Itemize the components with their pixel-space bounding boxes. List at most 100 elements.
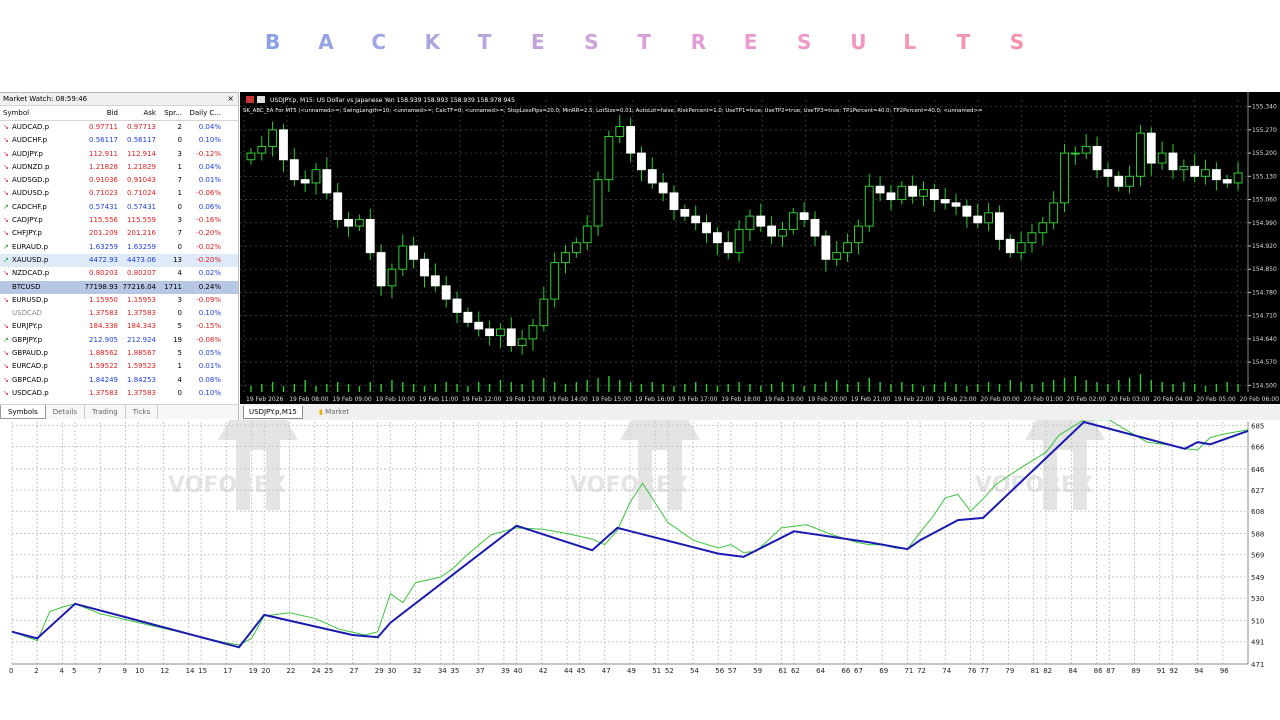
heading-letter: L (903, 30, 917, 54)
x-tick-label: 92 (1169, 667, 1178, 675)
heading-letter: A (318, 30, 334, 54)
list-item[interactable]: ↘ AUDUSD.p 0.71023 0.71024 1 -0.06% (0, 187, 238, 200)
ask-cell: 1.37583 (127, 309, 156, 318)
heading-letter: E (743, 30, 758, 54)
arrow-down-icon: ↘ (3, 229, 9, 238)
list-item[interactable]: ↘ EURCAD.p 1.59522 1.59523 1 0.01% (0, 360, 238, 373)
ask-cell: 0.91043 (127, 176, 156, 185)
list-item[interactable]: ↘ AUDJPY.p 112.911 112.914 3 -0.12% (0, 148, 238, 161)
heading-letter: E (531, 30, 545, 54)
time-label: 19 Feb 16:00 (635, 396, 675, 403)
symbol-cell: ↘ USDCAD.p (0, 387, 80, 400)
x-tick-label: 35 (450, 667, 459, 675)
close-icon[interactable]: × (227, 93, 234, 105)
symbol-cell: ↘ CADJPY.p (0, 214, 80, 227)
heading-letter: B (265, 30, 281, 54)
spread-cell: 3 (177, 295, 182, 304)
symbol-cell: ↘ EURUSD.p (0, 294, 80, 307)
list-item[interactable]: ↘ NZDCAD.p 0.80203 0.80207 4 0.02% (0, 267, 238, 280)
candle (593, 179, 603, 227)
candle (647, 169, 657, 184)
x-tick-label: 4 (59, 667, 64, 675)
candle (376, 252, 386, 287)
list-item[interactable]: ↘ EURJPY.p 184.338 184.343 5 -0.15% (0, 320, 238, 333)
time-label: 19 Feb 22:00 (894, 396, 934, 403)
list-item[interactable]: ↘ GBPCAD.p 1.84249 1.84253 4 0.08% (0, 374, 238, 387)
tab-usdjpy-m15[interactable]: USDJPY.p,M15 (243, 406, 303, 419)
candle (1168, 152, 1178, 171)
candle (517, 338, 527, 347)
daily-change-cell: -0.16% (196, 216, 221, 225)
daily-change-cell: 0.04% (198, 123, 221, 131)
column-header[interactable]: Bid (80, 106, 118, 120)
list-item[interactable]: ↘ GBPAUD.p 1.88562 1.88567 5 0.05% (0, 347, 238, 360)
candle (1092, 145, 1102, 171)
candle (864, 185, 874, 227)
list-item[interactable]: ↘ USDCAD.p 1.37583 1.37583 0 0.10% (0, 387, 238, 400)
symbol-name: CADJPY.p (12, 216, 43, 225)
x-tick-label: 77 (980, 667, 989, 675)
candle (984, 212, 993, 224)
market-watch-symbol-list: ↘ AUDCAD.p 0.97711 0.97713 2 0.04% ↘ AUDCHF.p 0.… (0, 121, 238, 400)
symbol-cell: ↗ XAUUSD.p (0, 254, 80, 267)
column-header[interactable]: Daily C... (182, 106, 224, 120)
candle (1146, 132, 1156, 164)
bid-cell: 212.905 (89, 335, 118, 344)
tab-trading[interactable]: Trading (85, 405, 126, 419)
list-item[interactable]: USDCAD 1.37583 1.37583 0 0.10% (0, 307, 238, 320)
chart-tabs-bar: USDJPY.p,M15 ▮ Market (240, 404, 1280, 420)
chart-icon (257, 96, 265, 103)
tab-ticks[interactable]: Ticks (126, 405, 159, 419)
column-header[interactable]: Spr... (156, 106, 182, 120)
price-chart[interactable]: 155.340 155.270 155.200 155.130 155.060 154.9… (240, 92, 1280, 404)
list-item[interactable]: ↗ XAUUSD.p 4472.93 4473.06 13 -0.20% (0, 253, 238, 268)
candle (344, 218, 353, 227)
tab-symbols[interactable]: Symbols (0, 405, 46, 419)
list-item[interactable]: ↘ CHFJPY.p 201.209 201.216 7 -0.20% (0, 227, 238, 240)
x-tick-label: 59 (753, 667, 762, 675)
list-item[interactable]: ↗ GBPJPY.p 212.905 212.924 19 -0.08% (0, 334, 238, 347)
list-item[interactable]: ↘ CADJPY.p 115.556 115.559 3 -0.16% (0, 214, 238, 227)
symbol-name: AUDNZD.p (12, 162, 50, 171)
arrow-down-icon: ↘ (3, 295, 9, 304)
list-item[interactable]: ↘ AUDCHF.p 0.56117 0.56117 0 0.10% (0, 134, 238, 147)
heading-letter: T (956, 30, 971, 54)
list-item[interactable]: ↘ EURUSD.p 1.15950 1.15953 3 -0.09% (0, 294, 238, 307)
bid-cell: 0.56117 (89, 136, 118, 145)
x-tick-label: 52 (665, 667, 674, 675)
time-label: 19 Feb 11:00 (419, 396, 459, 403)
tab-details[interactable]: Details (46, 405, 86, 419)
candle (832, 252, 842, 260)
candle (1125, 175, 1135, 187)
list-item[interactable]: ↘ AUDSGD.p 0.91036 0.91043 7 0.01% (0, 174, 238, 187)
list-item[interactable]: ↘ AUDNZD.p 1.21828 1.21829 1 0.04% (0, 161, 238, 174)
tab-market[interactable]: ▮ Market (314, 406, 354, 418)
arrow-up-icon: ↗ (3, 335, 9, 344)
column-header[interactable]: Symbol (0, 106, 80, 120)
time-label: 19 Feb 21:00 (851, 396, 891, 403)
candle (1005, 238, 1015, 254)
candle (300, 179, 310, 184)
list-item[interactable]: ↘ AUDCAD.p 0.97711 0.97713 2 0.04% (0, 121, 238, 134)
x-tick-label: 91 (1157, 667, 1166, 675)
candle (626, 126, 636, 154)
y-tick-label: 569 (1251, 552, 1264, 560)
list-item[interactable]: ↗ CADCHF.p 0.57431 0.57431 0 0.06% (0, 201, 238, 214)
column-header[interactable]: Ask (118, 106, 157, 120)
candle (289, 159, 299, 181)
candle (658, 182, 668, 194)
candle (1049, 202, 1059, 224)
spread-cell: 4 (177, 375, 182, 384)
bid-cell: 115.556 (89, 216, 118, 225)
time-label: 19 Feb 17:00 (678, 396, 718, 403)
heading-letter: T (637, 30, 652, 54)
y-tick-label: 491 (1251, 639, 1264, 647)
list-item[interactable]: BTCUSD 77198.93 77216.04 1711 0.24% (0, 280, 238, 294)
arrow-up-icon: ↗ (3, 242, 9, 251)
tab-market-label: Market (325, 408, 350, 416)
bid-cell: 4472.93 (89, 255, 118, 264)
symbol-name: GBPAUD.p (12, 349, 48, 358)
x-tick-label: 44 (564, 667, 573, 675)
list-item[interactable]: ↗ EURAUD.p 1.63259 1.63259 0 -0.02% (0, 241, 238, 254)
time-label: 20 Feb 01:00 (1024, 396, 1064, 403)
